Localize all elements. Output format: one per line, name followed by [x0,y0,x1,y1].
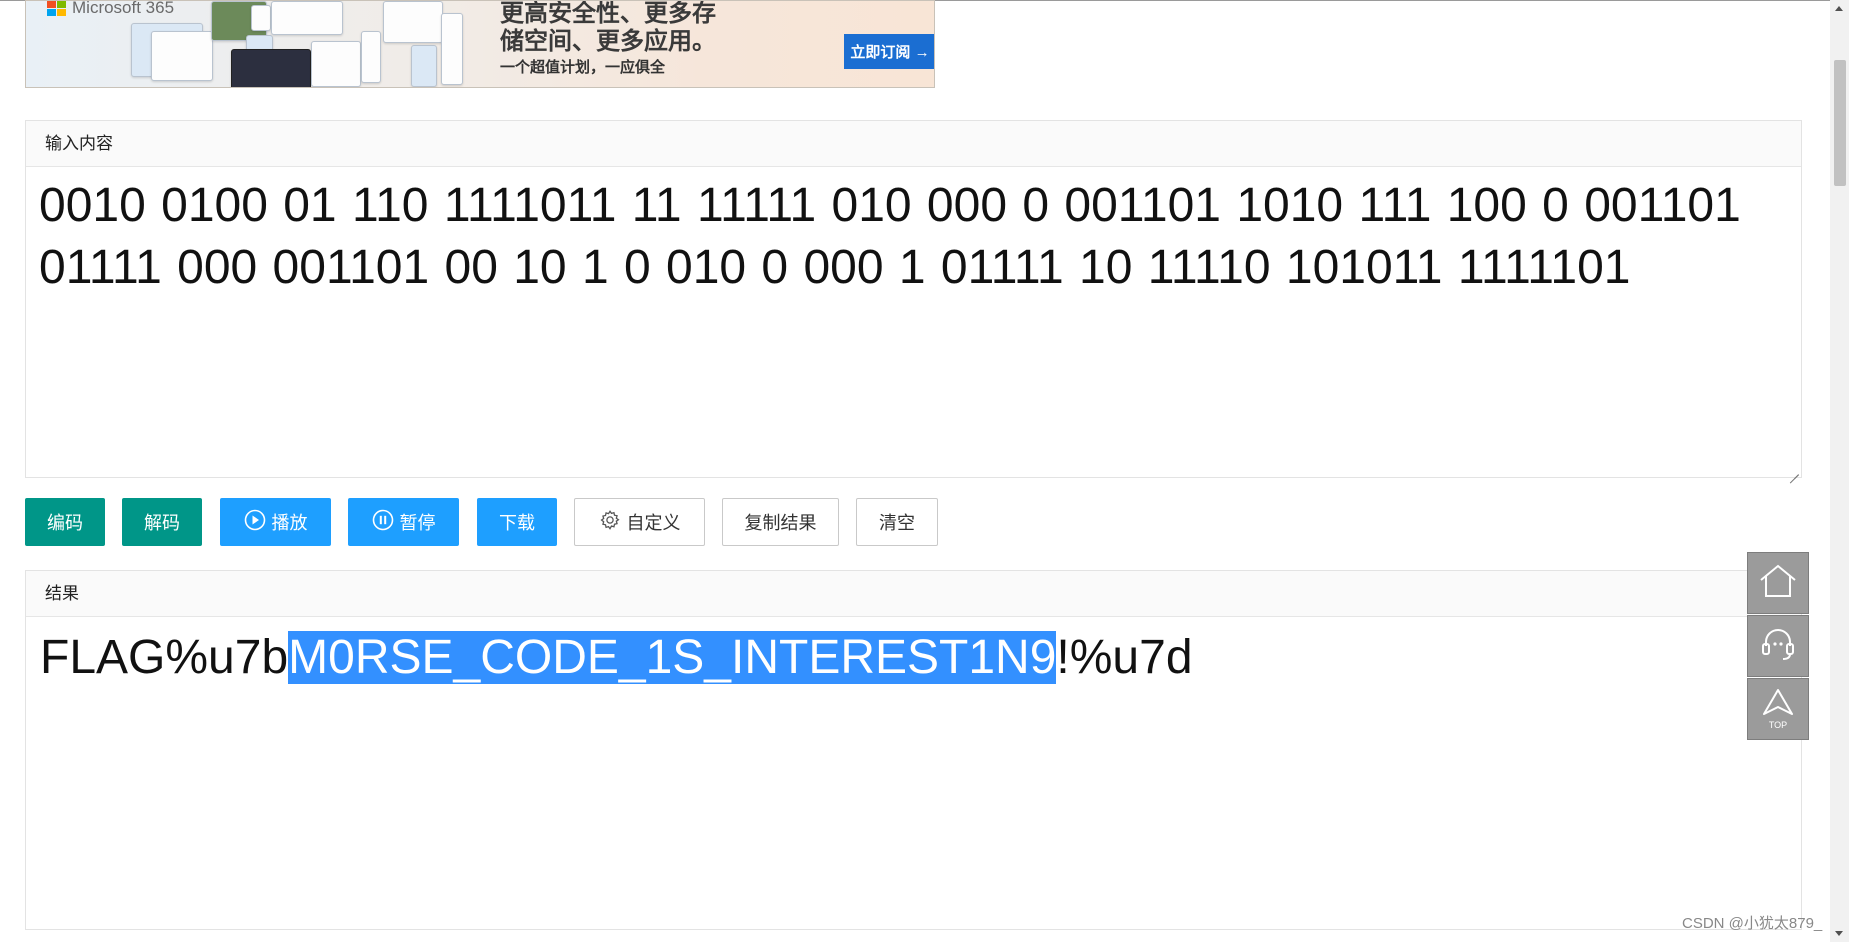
custom-button[interactable]: 自定义 [574,498,705,546]
scroll-up-arrow-icon[interactable] [1830,0,1849,17]
back-to-top-button[interactable]: TOP [1747,678,1809,740]
copy-result-button[interactable]: 复制结果 [722,498,839,546]
result-suffix: !%u7d [1056,631,1193,684]
microsoft-logo-icon [47,1,67,17]
input-panel: 输入内容 0010 0100 01 110 1111011 11 11111 0… [25,120,1802,478]
clear-button[interactable]: 清空 [856,498,938,546]
ad-banner[interactable]: Microsoft 365 更高安全性、更多存 储空间、更多应用。 一个超值计划… [25,0,935,88]
gear-icon [599,509,621,536]
subscribe-button[interactable]: 立即订阅 → [844,34,934,69]
download-button-label: 下载 [499,513,535,533]
result-panel-title: 结果 [26,571,1801,617]
resize-handle-icon[interactable] [1789,465,1799,475]
scroll-down-arrow-icon[interactable] [1830,925,1849,942]
result-output[interactable]: FLAG%u7bM0RSE_CODE_1S_INTEREST1N9!%u7d [40,627,1193,689]
home-button[interactable] [1747,552,1809,614]
copy-result-button-label: 复制结果 [744,513,817,533]
result-selected-text[interactable]: M0RSE_CODE_1S_INTEREST1N9 [288,631,1057,684]
pause-circle-icon [372,509,394,536]
page-scrollbar[interactable] [1830,0,1849,942]
customer-service-button[interactable] [1747,615,1809,677]
promo-headline-2: 储空间、更多应用。 [500,28,716,55]
watermark-text: CSDN @小犹太879_ [1682,915,1823,932]
promo-subline: 一个超值计划，一应俱全 [500,59,666,76]
play-button[interactable]: 播放 [220,498,331,546]
product-screenshots-image [121,1,466,87]
play-circle-icon [244,509,266,536]
input-panel-title: 输入内容 [26,121,1801,167]
custom-button-label: 自定义 [626,513,681,533]
encode-button[interactable]: 编码 [25,498,105,546]
top-label: TOP [1768,720,1788,730]
headset-icon [1759,626,1797,667]
clear-button-label: 清空 [879,513,915,533]
decode-button-label: 解码 [144,513,180,533]
input-textarea[interactable]: 0010 0100 01 110 1111011 11 11111 010 00… [26,167,1801,477]
result-prefix: FLAG%u7b [40,631,289,684]
home-icon [1758,563,1798,604]
result-panel: 结果 FLAG%u7bM0RSE_CODE_1S_INTEREST1N9!%u7… [25,570,1802,930]
download-button[interactable]: 下载 [477,498,557,546]
encode-button-label: 编码 [47,513,83,533]
scrollbar-thumb[interactable] [1834,60,1846,186]
pause-button[interactable]: 暂停 [348,498,459,546]
pause-button-label: 暂停 [399,513,436,533]
arrow-up-icon [1761,688,1795,723]
decode-button[interactable]: 解码 [122,498,202,546]
play-button-label: 播放 [271,513,308,533]
